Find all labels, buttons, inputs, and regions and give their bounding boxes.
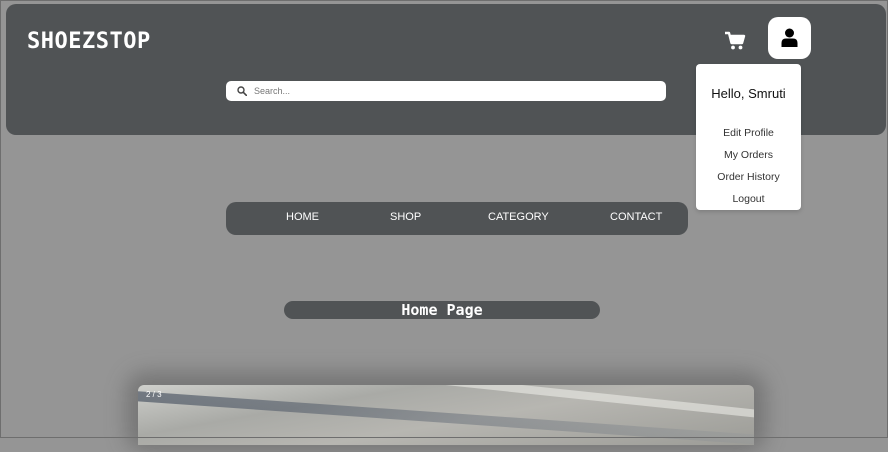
search-bar bbox=[226, 81, 666, 101]
page-title-banner: Home Page bbox=[284, 301, 600, 319]
menu-item-order-history[interactable]: Order History bbox=[696, 171, 801, 183]
cart-button[interactable] bbox=[724, 31, 746, 51]
user-greeting: Hello, Smruti bbox=[711, 86, 786, 101]
user-dropdown-menu: Hello, Smruti Edit Profile My Orders Ord… bbox=[696, 64, 801, 210]
search-icon[interactable] bbox=[237, 86, 247, 96]
menu-item-logout[interactable]: Logout bbox=[696, 193, 801, 205]
brand-logo[interactable]: SHOEZSTOP bbox=[27, 29, 151, 54]
page-title: Home Page bbox=[401, 301, 483, 319]
search-input[interactable] bbox=[252, 85, 656, 97]
user-icon bbox=[781, 28, 798, 47]
cart-icon bbox=[725, 31, 746, 50]
nav-item-home[interactable]: HOME bbox=[286, 211, 319, 223]
nav-item-contact[interactable]: CONTACT bbox=[610, 211, 662, 223]
nav-item-shop[interactable]: SHOP bbox=[390, 211, 421, 223]
slide-image-streak bbox=[138, 388, 754, 445]
user-account-button[interactable] bbox=[768, 17, 811, 59]
main-nav: HOME SHOP CATEGORY CONTACT bbox=[226, 202, 688, 235]
slide-counter: 2 / 3 bbox=[146, 390, 162, 399]
nav-item-category[interactable]: CATEGORY bbox=[488, 211, 549, 223]
menu-item-edit-profile[interactable]: Edit Profile bbox=[696, 127, 801, 139]
menu-item-my-orders[interactable]: My Orders bbox=[696, 149, 801, 161]
image-slider[interactable]: 2 / 3 bbox=[138, 385, 754, 445]
